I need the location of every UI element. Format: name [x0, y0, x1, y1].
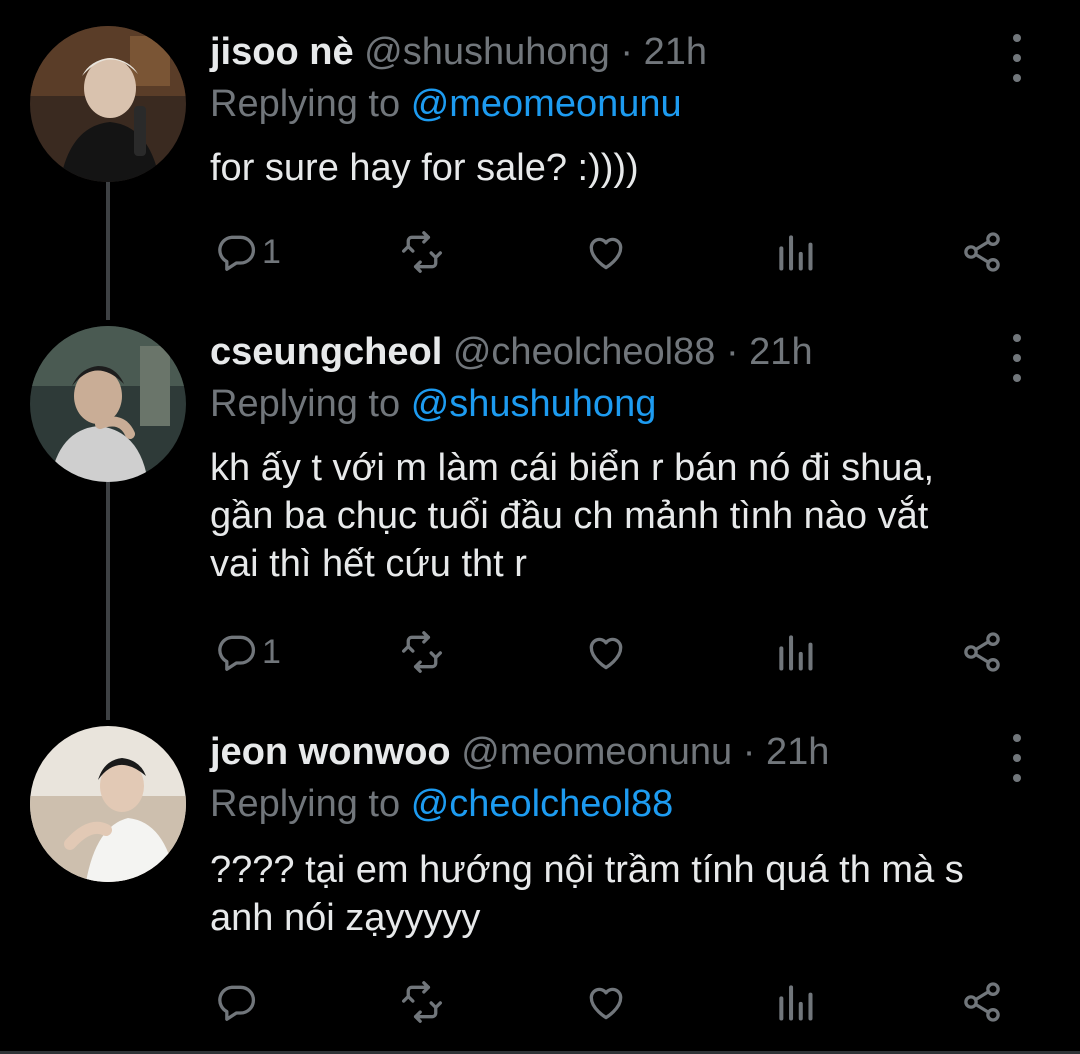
- avatar-image: [30, 726, 186, 882]
- more-vertical-icon[interactable]: [1002, 34, 1032, 82]
- separator-dot: ·: [725, 331, 739, 373]
- heart-icon: [589, 637, 623, 670]
- avatar[interactable]: [30, 26, 186, 182]
- tweet-text: kh ấy t với m làm cái biển r bán nó đi s…: [210, 447, 935, 585]
- share-icon: [964, 632, 1000, 672]
- separator-dot: ·: [742, 731, 756, 773]
- reply-icon: [218, 635, 256, 671]
- reply-button[interactable]: 1: [214, 224, 281, 280]
- tweet[interactable]: jisoo nè @shushuhong · 21h Replying to @…: [0, 26, 1080, 296]
- tweet-actions: 1: [0, 224, 1080, 280]
- timestamp[interactable]: 21h: [766, 731, 829, 773]
- more-vertical-icon[interactable]: [1002, 734, 1032, 782]
- replying-to-mention[interactable]: @shushuhong: [411, 383, 657, 425]
- reply-count: 1: [262, 232, 281, 271]
- analytics-icon: [779, 985, 813, 1021]
- share-button[interactable]: [960, 624, 1004, 680]
- like-button[interactable]: [584, 974, 628, 1030]
- replying-to: Replying to @shushuhong: [210, 378, 656, 430]
- retweet-button[interactable]: [400, 624, 444, 680]
- avatar-image: [30, 26, 186, 182]
- replying-to-mention[interactable]: @meomeonunu: [411, 83, 682, 125]
- retweet-button[interactable]: [400, 224, 444, 280]
- heart-icon: [589, 237, 623, 270]
- analytics-icon: [779, 635, 813, 671]
- timestamp[interactable]: 21h: [644, 31, 707, 73]
- reply-icon: [218, 985, 256, 1021]
- reply-button[interactable]: 1: [214, 624, 281, 680]
- display-name[interactable]: jeon wonwoo: [210, 731, 451, 773]
- tweet-header: cseungcheol @cheolcheol88 · 21h: [210, 326, 813, 378]
- analytics-button[interactable]: [774, 624, 818, 680]
- tweet[interactable]: jeon wonwoo @meomeonunu · 21h Replying t…: [0, 726, 1080, 1046]
- replying-to-mention[interactable]: @cheolcheol88: [411, 783, 674, 825]
- separator-dot: ·: [620, 31, 634, 73]
- share-button[interactable]: [960, 974, 1004, 1030]
- tweet-text: ???? tại em hướng nội trầm tính quá th m…: [210, 849, 964, 939]
- avatar[interactable]: [30, 326, 186, 482]
- reply-button[interactable]: [214, 974, 262, 1030]
- tweet-text: for sure hay for sale? :)))): [210, 147, 639, 189]
- more-vertical-icon[interactable]: [1002, 334, 1032, 382]
- tweet[interactable]: cseungcheol @cheolcheol88 · 21h Replying…: [0, 326, 1080, 706]
- analytics-button[interactable]: [774, 974, 818, 1030]
- analytics-button[interactable]: [774, 224, 818, 280]
- heart-icon: [589, 987, 623, 1020]
- user-handle[interactable]: @cheolcheol88: [453, 331, 716, 373]
- timestamp[interactable]: 21h: [749, 331, 812, 373]
- user-handle[interactable]: @meomeonunu: [461, 731, 732, 773]
- tweet-actions: 1: [0, 624, 1080, 680]
- analytics-icon: [779, 235, 813, 271]
- share-icon: [964, 232, 1000, 272]
- like-button[interactable]: [584, 624, 628, 680]
- avatar[interactable]: [30, 726, 186, 882]
- display-name[interactable]: cseungcheol: [210, 331, 442, 373]
- retweet-icon: [402, 631, 442, 673]
- share-icon: [964, 982, 1000, 1022]
- replying-to-label: Replying to: [210, 383, 401, 425]
- avatar-image: [30, 326, 186, 482]
- tweet-header: jisoo nè @shushuhong · 21h: [210, 26, 707, 78]
- replying-to: Replying to @cheolcheol88: [210, 778, 673, 830]
- like-button[interactable]: [584, 224, 628, 280]
- replying-to-label: Replying to: [210, 783, 401, 825]
- reply-icon: [218, 235, 256, 271]
- retweet-button[interactable]: [400, 974, 444, 1030]
- reply-count: 1: [262, 632, 281, 671]
- replying-to: Replying to @meomeonunu: [210, 78, 682, 130]
- user-handle[interactable]: @shushuhong: [364, 31, 610, 73]
- tweet-header: jeon wonwoo @meomeonunu · 21h: [210, 726, 829, 778]
- share-button[interactable]: [960, 224, 1004, 280]
- reply-thread: jisoo nè @shushuhong · 21h Replying to @…: [0, 0, 1080, 1054]
- retweet-icon: [402, 981, 442, 1023]
- display-name[interactable]: jisoo nè: [210, 31, 354, 73]
- replying-to-label: Replying to: [210, 83, 401, 125]
- retweet-icon: [402, 231, 442, 273]
- tweet-actions: [0, 974, 1080, 1030]
